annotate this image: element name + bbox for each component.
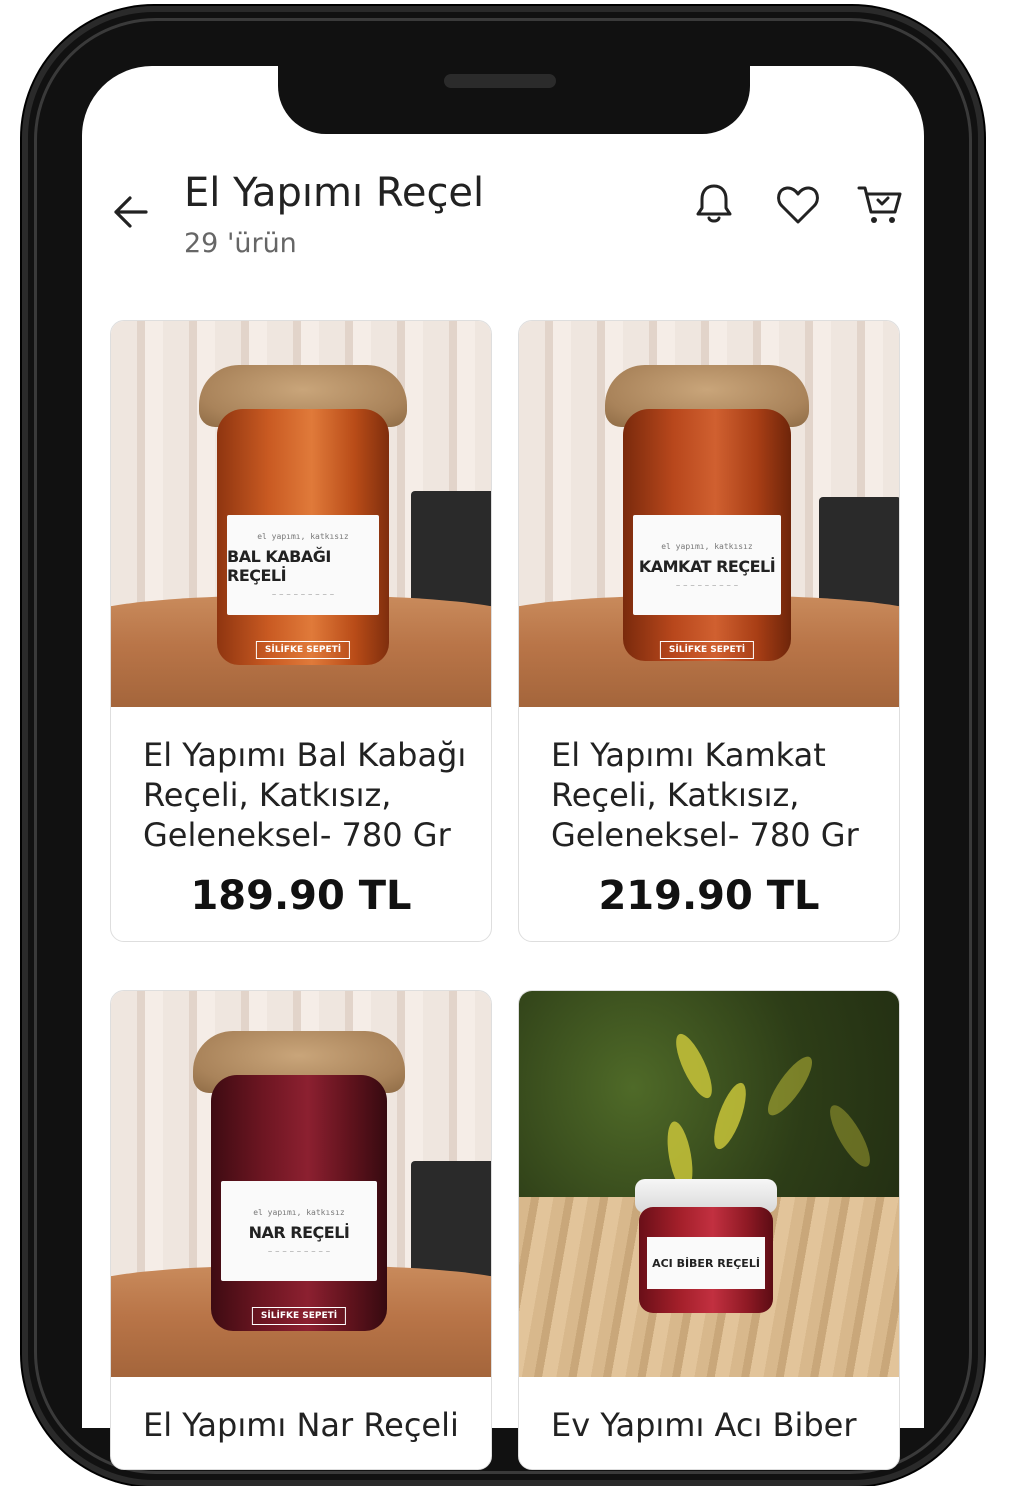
product-image: el yapımı, katkısız KAMKAT REÇELİ — — — … bbox=[519, 321, 899, 707]
product-name[interactable]: El Yapımı Bal Kabağı Reçeli, Katkısız, G… bbox=[143, 735, 483, 855]
jar-illustration: el yapımı, katkısız BAL KABAĞI REÇELİ — … bbox=[199, 365, 407, 665]
product-card[interactable]: el yapımı, katkısız KAMKAT REÇELİ — — — … bbox=[518, 320, 900, 942]
product-image: el yapımı, katkısız BAL KABAĞI REÇELİ — … bbox=[111, 321, 491, 707]
arrow-left-icon bbox=[114, 196, 148, 228]
product-name[interactable]: El Yapımı Kamkat Reçeli, Katkısız, Gelen… bbox=[551, 735, 891, 855]
notifications-button[interactable] bbox=[690, 180, 738, 228]
product-card[interactable]: el yapımı, katkısız NAR REÇELİ — — — — —… bbox=[110, 990, 492, 1470]
cart-icon bbox=[857, 186, 902, 223]
product-name[interactable]: El Yapımı Nar Reçeli bbox=[143, 1405, 483, 1445]
jar-illustration: ACI BİBER REÇELİ bbox=[635, 1179, 777, 1313]
bell-icon bbox=[696, 184, 732, 223]
jar-label-text: BAL KABAĞI REÇELİ bbox=[227, 547, 331, 585]
product-price: 219.90 TL bbox=[598, 873, 820, 919]
heart-icon bbox=[777, 186, 819, 224]
jar-label-text: NAR REÇELİ bbox=[248, 1222, 350, 1242]
product-card[interactable]: ACI BİBER REÇELİ Ev Yapımı Acı Biber bbox=[518, 990, 900, 1470]
product-price: 189.90 TL bbox=[190, 873, 412, 919]
product-name[interactable]: Ev Yapımı Acı Biber bbox=[551, 1405, 891, 1445]
product-count: 29 'ürün bbox=[184, 228, 297, 259]
jar-illustration: el yapımı, katkısız NAR REÇELİ — — — — —… bbox=[193, 1031, 405, 1331]
favorites-button[interactable] bbox=[774, 180, 822, 228]
product-image: ACI BİBER REÇELİ bbox=[519, 991, 899, 1377]
jar-illustration: el yapımı, katkısız KAMKAT REÇELİ — — — … bbox=[605, 365, 809, 661]
phone-speaker bbox=[444, 74, 556, 88]
jar-label-text: KAMKAT REÇELİ bbox=[638, 556, 776, 576]
product-image: el yapımı, katkısız NAR REÇELİ — — — — —… bbox=[111, 991, 491, 1377]
product-card[interactable]: el yapımı, katkısız BAL KABAĞI REÇELİ — … bbox=[110, 320, 492, 942]
cart-button[interactable] bbox=[856, 180, 904, 228]
page-title: El Yapımı Reçel bbox=[184, 170, 485, 216]
jar-label-text: ACI BİBER REÇELİ bbox=[652, 1256, 760, 1270]
back-button[interactable] bbox=[110, 192, 150, 232]
